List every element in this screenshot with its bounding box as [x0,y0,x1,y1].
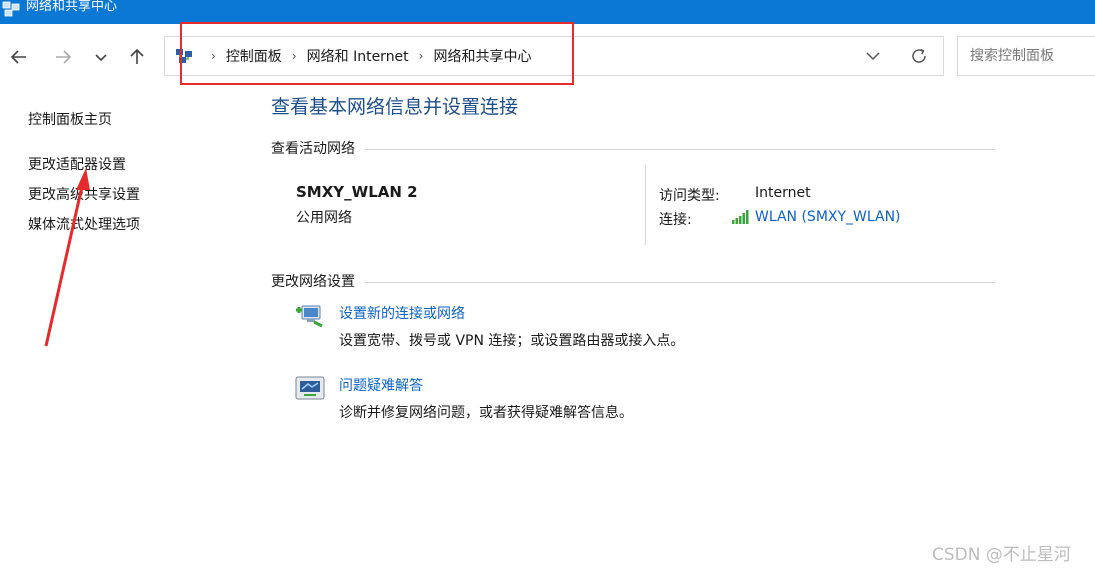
section-divider [271,149,995,150]
sidebar-item-control-panel-home[interactable]: 控制面板主页 [28,109,112,129]
troubleshoot-icon [295,376,325,400]
sidebar-item-change-adapter-settings[interactable]: 更改适配器设置 [28,154,126,174]
connection-link[interactable]: WLAN (SMXY_WLAN) [755,209,901,225]
address-bar[interactable]: › 控制面板 › 网络和 Internet › 网络和共享中心 [164,36,944,76]
page-title: 查看基本网络信息并设置连接 [271,96,519,118]
new-connection-icon [296,305,323,328]
back-button[interactable] [6,44,32,70]
network-name: SMXY_WLAN 2 [296,183,418,201]
arrow-right-icon [56,50,72,64]
window-title: 网络和共享中心 [26,0,118,14]
search-box[interactable] [957,36,1095,76]
navigation-bar: › 控制面板 › 网络和 Internet › 网络和共享中心 [0,24,1095,92]
arrow-up-icon [130,48,144,64]
search-input[interactable] [968,47,1095,65]
troubleshoot-desc: 诊断并修复网络问题，或者获得疑难解答信息。 [339,405,633,421]
breadcrumb-control-panel[interactable]: 控制面板 [226,46,282,66]
sidebar-item-media-streaming-options[interactable]: 媒体流式处理选项 [28,214,140,234]
active-networks-heading: 查看活动网络 [271,138,365,158]
title-bar: 网络和共享中心 [0,0,1095,24]
network-center-icon [176,49,192,63]
wifi-signal-icon [732,210,749,224]
address-history-button[interactable] [863,46,883,70]
breadcrumb-network-internet[interactable]: 网络和 Internet [307,46,409,66]
sidebar-item-advanced-sharing-settings[interactable]: 更改高级共享设置 [28,184,140,204]
chevron-right-icon: › [291,49,297,63]
section-divider [271,282,995,283]
recent-locations-button[interactable] [88,44,114,70]
chevron-right-icon: › [418,49,424,63]
refresh-button[interactable] [909,46,929,70]
access-type-value: Internet [755,185,811,201]
up-button[interactable] [124,44,150,70]
refresh-icon [912,48,926,63]
chevron-down-icon [95,54,107,62]
watermark: CSDN @不止星河 [932,545,1071,565]
forward-button[interactable] [50,44,76,70]
network-category[interactable]: 公用网络 [296,207,352,227]
troubleshoot-link[interactable]: 问题疑难解答 [339,375,423,395]
breadcrumb-network-sharing-center[interactable]: 网络和共享中心 [433,46,531,66]
setup-new-connection-link[interactable]: 设置新的连接或网络 [339,303,465,323]
chevron-right-icon: › [211,49,216,63]
chevron-down-icon [866,52,880,61]
connection-label: 连接: [659,212,692,228]
access-type-label: 访问类型: [659,188,720,204]
network-center-icon [2,1,20,17]
breadcrumb: › 控制面板 › 网络和 Internet › 网络和共享中心 [175,37,531,75]
arrow-left-icon [10,50,26,64]
change-settings-heading: 更改网络设置 [271,271,365,291]
vertical-divider [645,165,646,245]
setup-new-connection-desc: 设置宽带、拨号或 VPN 连接；或设置路由器或接入点。 [339,333,685,349]
